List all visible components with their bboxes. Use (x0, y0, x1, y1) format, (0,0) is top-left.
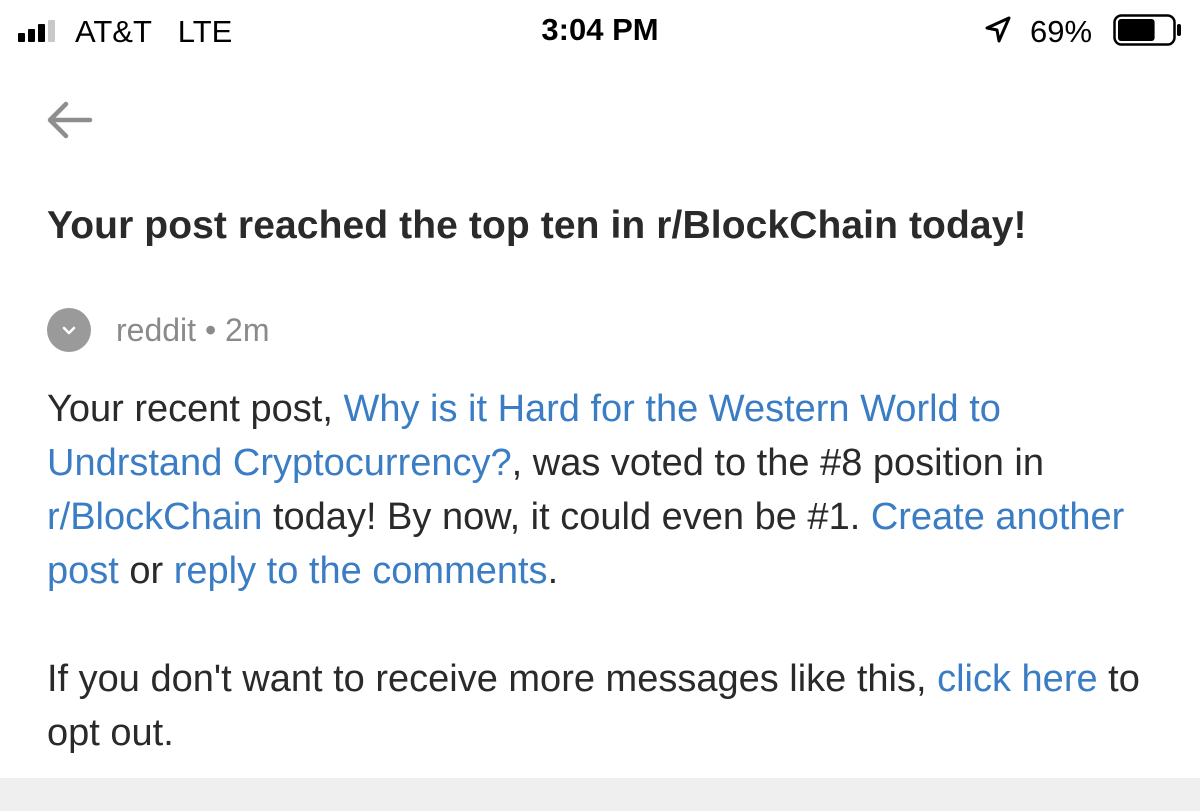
body-text: , was voted to the #8 position in (511, 442, 1044, 484)
body-text: . (547, 550, 559, 592)
message-body: Your recent post, Why is it Hard for the… (47, 382, 1167, 760)
sender-line: reddit • 2m (116, 312, 269, 349)
back-arrow-icon[interactable] (40, 90, 100, 150)
opt-out-link[interactable]: click here (937, 658, 1098, 700)
sender-name: reddit (116, 311, 197, 348)
notification-title: Your post reached the top ten in r/Block… (47, 204, 1027, 247)
chevron-down-icon (62, 326, 76, 335)
location-arrow-icon (985, 16, 1011, 43)
subreddit-link[interactable]: r/BlockChain (47, 496, 262, 538)
body-text: or (118, 550, 174, 592)
battery-icon (1113, 14, 1181, 46)
meta-separator: • (204, 311, 217, 348)
notification-meta: reddit • 2m (47, 308, 269, 352)
message-paragraph: Your recent post, Why is it Hard for the… (47, 382, 1167, 598)
opt-out-text: If you don't want to receive more messag… (47, 658, 938, 700)
body-text: today! By now, it could even be #1. (262, 496, 871, 538)
bottom-toolbar (0, 778, 1200, 811)
message-age: 2m (225, 311, 270, 348)
reply-comments-link[interactable]: reply to the comments (174, 550, 548, 592)
opt-out-paragraph: If you don't want to receive more messag… (47, 652, 1167, 760)
status-bar: AT&T LTE 3:04 PM 69% (0, 0, 1200, 62)
body-text: Your recent post, (47, 388, 344, 430)
battery-percent: 69% (1030, 14, 1093, 49)
status-time: 3:04 PM (541, 12, 659, 47)
sender-avatar[interactable] (47, 308, 91, 352)
